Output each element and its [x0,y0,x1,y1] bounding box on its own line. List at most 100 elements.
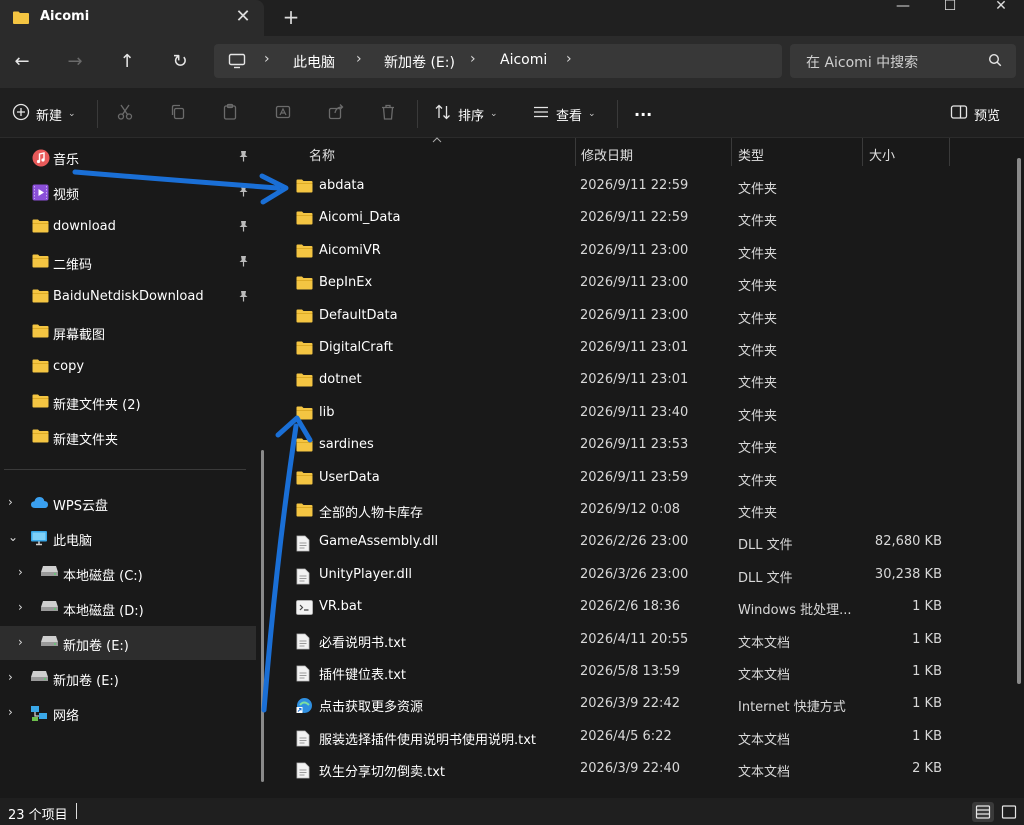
file-type: 文件夹 [738,279,778,295]
file-icon [296,730,310,751]
pin-icon[interactable] [238,255,249,270]
delete-button[interactable] [379,102,397,126]
sidebar-item[interactable]: 音乐 [0,140,256,174]
sidebar-item[interactable]: download [0,210,256,244]
chevron-right-icon[interactable]: › [8,705,13,719]
column-header-name[interactable]: 名称 [303,138,573,166]
divider [417,100,418,128]
sidebar-tree-item[interactable]: › WPS云盘 [0,486,256,520]
more-options-button[interactable]: ··· [634,102,652,126]
file-date: 2026/3/9 22:42 [580,696,680,712]
share-button[interactable] [327,102,345,126]
maximize-button[interactable]: ☐ [927,0,973,14]
breadcrumb-aicomi[interactable]: Aicomi [500,52,547,68]
file-row[interactable]: 全部的人物卡库存 2026/9/12 0:08 文件夹 [290,495,982,527]
file-row[interactable]: BepInEx 2026/9/11 23:00 文件夹 [290,268,982,300]
tiles-view-button[interactable] [998,802,1020,822]
file-row[interactable]: UnityPlayer.dll 2026/3/26 23:00 DLL 文件 30,2… [290,560,982,592]
file-row[interactable]: VR.bat 2026/2/6 18:36 Windows 批处理... 1 KB [290,592,982,624]
breadcrumb-drive-e[interactable]: 新加卷 (E:) [384,52,455,72]
file-row[interactable]: 服装选择插件使用说明书使用说明.txt 2026/4/5 6:22 文本文档 1 KB [290,722,982,754]
address-bar[interactable]: › 此电脑 › 新加卷 (E:) › Aicomi › [214,44,782,78]
pin-icon[interactable] [238,185,249,200]
chevron-right-icon[interactable]: › [8,670,13,684]
file-row[interactable]: DefaultData 2026/9/11 23:00 文件夹 [290,301,982,333]
chevron-right-icon[interactable]: › [18,565,23,579]
sidebar-item-label: 屏幕截图 [53,328,106,343]
cut-button[interactable] [116,102,134,126]
file-date: 2026/9/11 23:01 [580,340,689,355]
chevron-right-icon: › [356,51,362,67]
column-header-type[interactable]: 类型 [732,138,862,166]
refresh-button[interactable]: ↻ [166,48,194,76]
minimize-button[interactable]: — [880,0,926,14]
sidebar-item[interactable]: copy [0,350,256,384]
column-header-size[interactable]: 大小 [863,138,949,166]
file-row[interactable]: AicomiVR 2026/9/11 23:00 文件夹 [290,236,982,268]
tab-aicomi[interactable]: Aicomi ✕ [0,0,264,36]
file-row[interactable]: 玖生分享切勿倒卖.txt 2026/3/9 22:40 文本文档 2 KB [290,754,982,786]
chevron-right-icon[interactable]: › [8,495,13,509]
sidebar-tree-item[interactable]: › 新加卷 (E:) [0,661,256,695]
sidebar-item[interactable]: 屏幕截图 [0,315,256,349]
clipboard-icon [221,103,239,125]
search-input[interactable]: 在 Aicomi 中搜索 [806,52,918,72]
breadcrumb-this-pc[interactable]: 此电脑 [293,52,335,72]
file-name: lib [319,404,335,420]
file-row[interactable]: UserData 2026/9/11 23:59 文件夹 [290,463,982,495]
file-row[interactable]: lib 2026/9/11 23:40 文件夹 [290,398,982,430]
column-divider[interactable] [949,138,950,166]
details-view-button[interactable] [972,802,994,822]
column-header-date[interactable]: 修改日期 [575,138,731,166]
chevron-right-icon[interactable]: › [18,600,23,614]
sidebar-item[interactable]: 视频 [0,175,256,209]
drive-icon [30,670,49,686]
back-button[interactable]: ← [8,48,36,76]
file-row[interactable]: DigitalCraft 2026/9/11 23:01 文件夹 [290,333,982,365]
pin-icon[interactable] [238,290,249,305]
sidebar-item[interactable]: BaiduNetdiskDownload [0,280,256,314]
sidebar-scrollbar[interactable] [261,450,264,782]
sidebar-item[interactable]: 新建文件夹 [0,420,256,454]
up-button[interactable]: ↑ [113,48,141,76]
preview-button[interactable]: 预览 [950,102,1000,126]
tab-close-icon[interactable]: ✕ [232,6,254,28]
paste-button[interactable] [221,102,239,126]
file-row[interactable]: GameAssembly.dll 2026/2/26 23:00 DLL 文件 82,… [290,527,982,559]
sidebar-tree-item[interactable]: › 网络 [0,696,256,730]
file-row[interactable]: 点击获取更多资源 2026/3/9 22:42 Internet 快捷方式 1 KB [290,689,982,721]
chevron-down-icon: ⌄ [490,109,498,119]
sidebar-tree-item[interactable]: › 新加卷 (E:) [0,626,256,660]
pin-icon[interactable] [238,150,249,165]
sidebar-tree-item[interactable]: › 本地磁盘 (C:) [0,556,256,590]
chevron-down-icon[interactable]: ⌄ [8,530,18,544]
sidebar-item[interactable]: 二维码 [0,245,256,279]
pin-icon[interactable] [238,220,249,235]
rename-button[interactable] [274,102,292,126]
sidebar-tree-item[interactable]: › 本地磁盘 (D:) [0,591,256,625]
file-row[interactable]: Aicomi_Data 2026/9/11 22:59 文件夹 [290,203,982,235]
new-button[interactable]: 新建 ⌄ [12,102,76,126]
close-window-button[interactable]: ✕ [978,0,1024,14]
sidebar-item[interactable]: 新建文件夹 (2) [0,385,256,419]
file-row[interactable]: abdata 2026/9/11 22:59 文件夹 [290,171,982,203]
forward-button[interactable]: → [61,48,89,76]
file-icon [296,665,310,686]
file-row[interactable]: 插件键位表.txt 2026/5/8 13:59 文本文档 1 KB [290,657,982,689]
content-scrollbar[interactable] [1017,158,1021,684]
file-name: sardines [319,437,374,453]
copy-button[interactable] [169,102,187,126]
new-tab-button[interactable]: + [280,5,302,29]
file-row[interactable]: sardines 2026/9/11 23:53 文件夹 [290,430,982,462]
search-box[interactable]: 在 Aicomi 中搜索 [790,44,1016,78]
sort-button[interactable]: 排序 ⌄ [434,102,498,126]
file-row[interactable]: 必看说明书.txt 2026/4/11 20:55 文本文档 1 KB [290,625,982,657]
chevron-right-icon[interactable]: › [18,635,23,649]
chevron-right-icon[interactable]: › [566,51,572,67]
sidebar-tree-item[interactable]: ⌄ 此电脑 [0,521,256,555]
file-date: 2026/9/11 23:01 [580,372,689,388]
file-row[interactable]: dotnet 2026/9/11 23:01 文件夹 [290,365,982,397]
file-name: Aicomi_Data [319,210,401,226]
file-type: 文件夹 [738,246,778,262]
view-button[interactable]: 查看 ⌄ [532,102,596,126]
